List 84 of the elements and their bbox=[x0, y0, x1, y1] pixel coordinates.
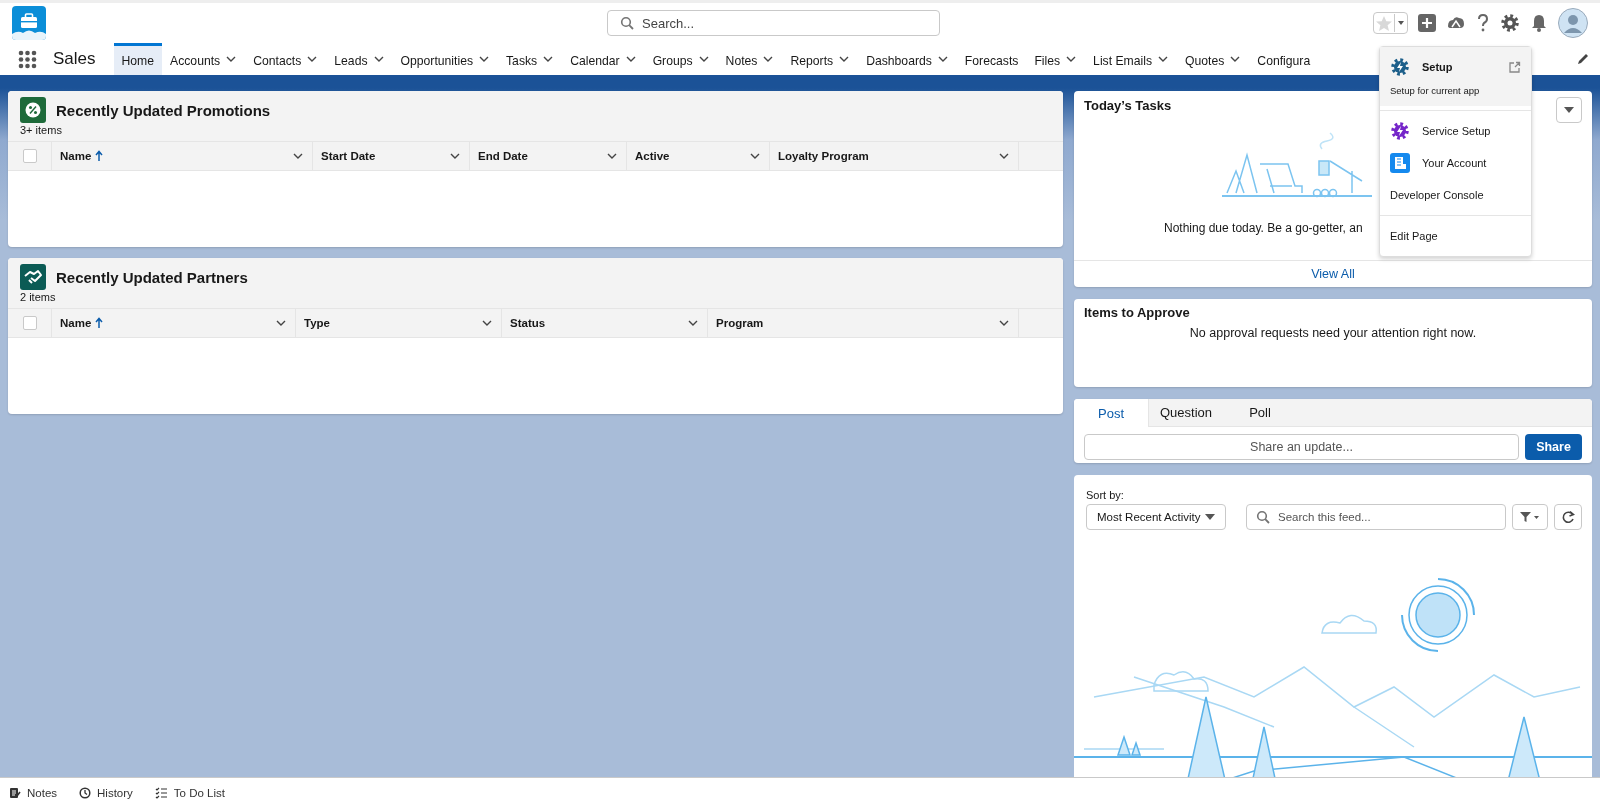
nav-tab[interactable]: Calendar bbox=[562, 43, 628, 75]
empty-state-message: Nothing due today. Be a go-getter, an bbox=[1163, 221, 1364, 235]
nav-tab[interactable]: Notes bbox=[717, 43, 766, 75]
notifications-icon[interactable] bbox=[1530, 13, 1548, 33]
menu-item[interactable]: Service Setup bbox=[1380, 115, 1531, 147]
select-all-checkbox[interactable] bbox=[22, 149, 37, 163]
dropdown-button[interactable] bbox=[1556, 97, 1582, 123]
nav-tab[interactable]: Forecasts bbox=[956, 43, 1027, 75]
caret-icon bbox=[1205, 513, 1215, 521]
gear-icon bbox=[1390, 121, 1410, 141]
add-icon[interactable] bbox=[1418, 14, 1436, 32]
checklist-icon bbox=[154, 787, 168, 799]
card-title: Items to Approve bbox=[1083, 304, 1191, 320]
item-count: 2 items bbox=[20, 291, 57, 303]
notebook-icon bbox=[9, 787, 21, 799]
edit-pencil-icon[interactable] bbox=[1576, 52, 1590, 66]
nav-tab[interactable]: Reports bbox=[782, 43, 842, 75]
view-all-link[interactable]: View All bbox=[1311, 267, 1355, 281]
column-header[interactable]: Program bbox=[716, 317, 764, 329]
building-icon bbox=[1390, 153, 1410, 173]
nav-tab[interactable]: Home bbox=[113, 43, 163, 75]
nav-tab[interactable]: List Emails bbox=[1085, 43, 1161, 75]
caret-icon bbox=[1564, 106, 1574, 114]
clock-icon bbox=[79, 787, 92, 799]
menu-item[interactable]: Setup Setup for current app bbox=[1380, 47, 1531, 106]
column-header[interactable]: Name bbox=[60, 150, 92, 162]
sort-by-label: Sort by: bbox=[1085, 488, 1125, 501]
gear-icon bbox=[1390, 57, 1410, 77]
column-header[interactable]: End Date bbox=[478, 150, 528, 162]
nav-tab[interactable]: Quotes bbox=[1177, 43, 1233, 75]
star-icon bbox=[1374, 14, 1394, 32]
refresh-icon[interactable] bbox=[1561, 510, 1575, 524]
nav-tab[interactable]: Configura bbox=[1249, 43, 1319, 75]
app-logo-icon[interactable] bbox=[12, 6, 46, 40]
nav-tab[interactable]: Groups bbox=[644, 43, 701, 75]
nav-tab[interactable]: Opportunities bbox=[392, 43, 481, 75]
item-count: 3+ items bbox=[20, 124, 63, 136]
avatar-icon[interactable] bbox=[1558, 8, 1588, 38]
column-header[interactable]: Name bbox=[60, 317, 92, 329]
handshake-icon bbox=[20, 264, 46, 290]
filter-button[interactable] bbox=[1512, 504, 1548, 530]
nav-tab[interactable]: Files bbox=[1026, 43, 1069, 75]
sort-dropdown[interactable]: Most Recent Activity bbox=[1086, 504, 1226, 530]
card-title[interactable]: Recently Updated Partners bbox=[56, 268, 248, 286]
utility-bar-item[interactable]: History bbox=[79, 787, 133, 799]
nav-tab[interactable]: Leads bbox=[326, 43, 376, 75]
share-button[interactable]: Share bbox=[1525, 434, 1582, 460]
column-header[interactable]: Active bbox=[635, 150, 670, 162]
nav-tab[interactable]: Tasks bbox=[498, 43, 546, 75]
nav-tab[interactable]: Contacts bbox=[245, 43, 310, 75]
column-header[interactable]: Type bbox=[304, 317, 330, 329]
sort-ascending-icon[interactable] bbox=[95, 150, 104, 162]
help-icon[interactable] bbox=[1476, 13, 1490, 33]
menu-item[interactable]: Developer Console bbox=[1380, 179, 1531, 211]
column-header[interactable]: Loyalty Program bbox=[778, 150, 869, 162]
publisher-tab[interactable]: Question bbox=[1149, 399, 1223, 426]
nav-tab[interactable]: Dashboards bbox=[858, 43, 940, 75]
column-header[interactable]: Status bbox=[510, 317, 546, 329]
promotion-icon bbox=[20, 97, 46, 123]
filter-icon bbox=[1519, 511, 1541, 523]
card-title: Today’s Tasks bbox=[1084, 98, 1172, 113]
search-field[interactable]: Search... bbox=[607, 10, 940, 36]
external-link-icon[interactable] bbox=[1508, 60, 1521, 74]
search-icon bbox=[620, 16, 634, 30]
select-all-checkbox[interactable] bbox=[22, 316, 37, 330]
empty-state-message: No approval requests need your attention right now. bbox=[1188, 326, 1478, 340]
sort-ascending-icon[interactable] bbox=[95, 317, 104, 329]
feed-search-field[interactable]: Search this feed... bbox=[1246, 504, 1506, 530]
card-title[interactable]: Recently Updated Promotions bbox=[56, 101, 271, 119]
publisher-tab[interactable]: Poll bbox=[1223, 399, 1297, 426]
refresh-button[interactable] bbox=[1554, 504, 1582, 530]
utility-bar-item[interactable]: To Do List bbox=[154, 787, 225, 799]
menu-item[interactable]: Edit Page bbox=[1380, 220, 1531, 252]
app-name: Sales bbox=[53, 49, 96, 69]
publisher-tab[interactable]: Post bbox=[1074, 399, 1149, 427]
menu-item[interactable]: Your Account bbox=[1380, 147, 1531, 179]
settings-icon[interactable] bbox=[1500, 13, 1520, 33]
column-header[interactable]: Start Date bbox=[321, 150, 376, 162]
share-update-field[interactable]: Share an update... bbox=[1084, 434, 1519, 460]
search-icon bbox=[1256, 510, 1270, 524]
caret-icon bbox=[1394, 14, 1407, 32]
nav-tab[interactable]: Accounts bbox=[162, 43, 229, 75]
utility-bar-item[interactable]: Notes bbox=[9, 787, 58, 799]
app-launcher-icon[interactable] bbox=[18, 49, 37, 69]
